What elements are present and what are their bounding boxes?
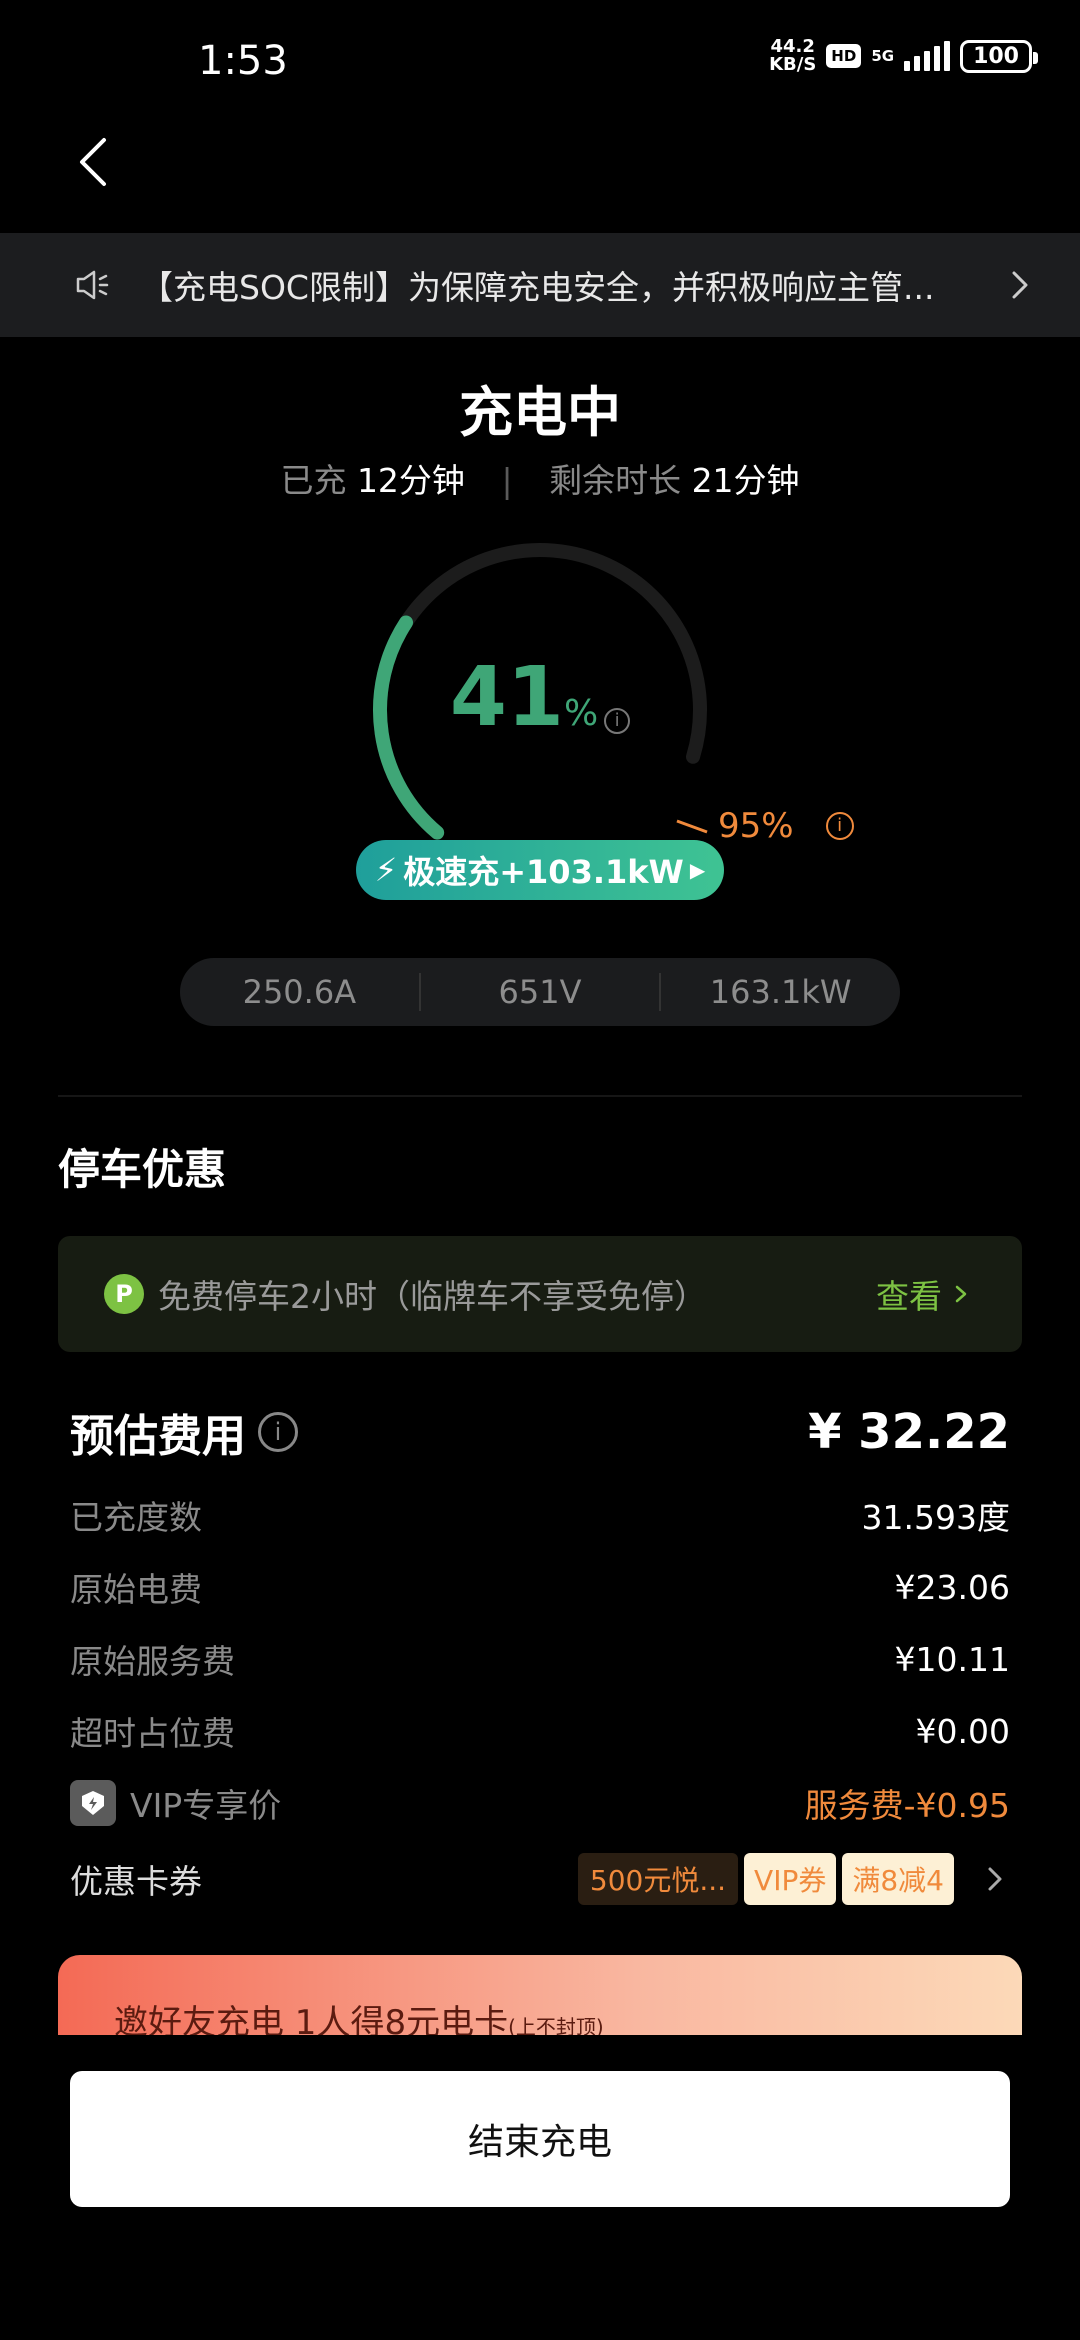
status-time: 1:53 [198,38,288,84]
parking-offer-text: 免费停车2小时（临牌车不享受免停） [158,1277,707,1316]
coupon-tag: VIP券 [744,1853,837,1905]
notice-bar[interactable]: 【充电SOC限制】为保障充电安全，并积极响应主管... [0,233,1080,337]
voltage-value: 651V [498,973,582,1011]
remaining-time: 21分钟 [691,461,800,500]
soc-limit-value: 95% [718,806,794,846]
vip-label: VIP专享价 [130,1786,282,1825]
fast-charge-badge[interactable]: ⚡ 极速充+103.1kW ▶ [356,840,724,900]
soc-percent: 41% i [340,650,740,745]
fast-charge-label: 极速充+103.1kW [403,853,684,891]
chevron-left-icon [80,138,106,186]
estimated-fee-total: ¥ 32.22 [808,1404,1010,1460]
view-parking-link[interactable]: 查看 [876,1270,972,1318]
end-charging-button[interactable]: 结束充电 [70,2071,1010,2207]
vip-discount: 服务费-¥0.95 [804,1786,1010,1825]
parking-section-title: 停车优惠 [58,1145,227,1194]
lightning-icon: ⚡ [374,851,398,889]
info-icon[interactable]: i [258,1412,298,1452]
coupon-tag: 满8减4 [842,1853,954,1905]
chevron-right-icon [988,1867,1002,1891]
divider [58,1095,1022,1097]
notice-text: 【充电SOC限制】为保障充电安全，并积极响应主管... [140,268,935,307]
fee-row-electricity: 原始电费 ¥23.06 [70,1567,1010,1610]
back-button[interactable] [66,132,126,192]
fee-row-service: 原始服务费 ¥10.11 [70,1639,1010,1682]
coupon-tag: 500元悦... [577,1853,739,1905]
play-icon: ▶ [689,858,706,882]
coupon-tags: 500元悦... VIP券 满8减4 [577,1853,1010,1905]
chevron-right-icon [955,1285,967,1303]
soc-limit[interactable]: 95% i [676,806,854,846]
invite-banner[interactable]: 邀好友充电 1人得8元电卡(上不封顶) [58,1955,1022,2035]
vip-icon [70,1780,116,1826]
status-bar: 1:53 44.2 KB/S HD 5G 100 [0,0,1080,120]
network-speed: 44.2 KB/S [769,36,817,75]
hd-icon: HD [826,44,862,68]
divider: | [501,461,513,500]
current-value: 250.6A [242,973,357,1011]
status-icons: 44.2 KB/S HD 5G 100 [769,36,1038,75]
invite-banner-text: 邀好友充电 1人得8元电卡(上不封顶) [114,2003,604,2035]
limit-marker-icon [676,819,708,833]
charged-time: 12分钟 [356,461,465,500]
info-icon[interactable]: i [604,707,631,734]
chevron-right-icon [1012,271,1028,299]
info-icon[interactable]: i [825,812,854,840]
fee-row-energy: 已充度数 31.593度 [70,1498,1010,1537]
coupon-row[interactable]: 优惠卡券 500元悦... VIP券 满8减4 [70,1853,1010,1905]
fee-row-overtime: 超时占位费 ¥0.00 [70,1711,1010,1754]
fee-row-vip: VIP专享价 服务费-¥0.95 [70,1779,1010,1827]
percent-sign: % [563,693,599,734]
soc-percent-value: 41 [449,650,564,745]
parking-icon: P [104,1274,144,1314]
power-value: 163.1kW [709,973,852,1011]
charging-metrics: 250.6A 651V 163.1kW [180,958,900,1026]
parking-offer-card[interactable]: P 免费停车2小时（临牌车不享受免停） 查看 [58,1236,1022,1352]
coupon-label: 优惠卡券 [70,1862,202,1901]
battery-icon: 100 [960,39,1038,73]
charging-status-title: 充电中 [459,381,621,444]
speaker-icon [76,270,109,300]
estimated-fee-title: 预估费用 i [70,1400,298,1464]
network-type: 5G [871,47,895,65]
signal-icon [904,41,951,71]
charging-duration-info: 已充 12分钟 | 剩余时长 21分钟 [280,461,800,500]
